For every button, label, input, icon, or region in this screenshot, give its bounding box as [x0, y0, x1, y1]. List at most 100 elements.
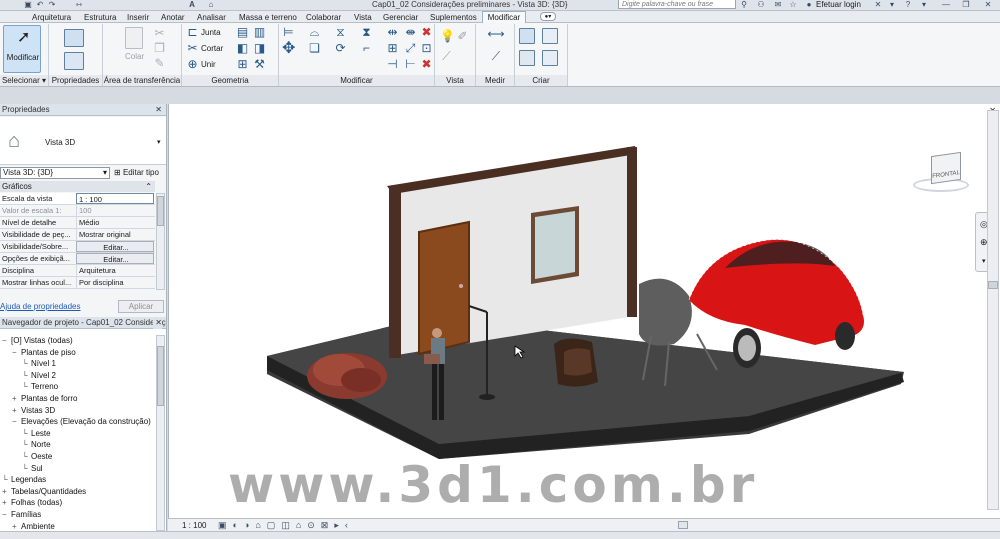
split-element-icon[interactable]: ⇹ — [386, 26, 399, 39]
modify-button[interactable]: ➚ Modificar — [3, 25, 41, 73]
match-type-icon[interactable]: ✎ — [153, 57, 166, 70]
override-icon[interactable]: ✐ — [456, 30, 469, 43]
copy-icon[interactable]: ❐ — [153, 42, 166, 55]
tree-item[interactable]: − Plantas de piso — [12, 347, 76, 358]
scale-icon[interactable]: ⤢ — [404, 42, 417, 55]
create-part-icon[interactable] — [519, 28, 535, 44]
rotate-icon[interactable]: ⟳ — [334, 42, 347, 55]
profile-icon[interactable]: ⊞ — [236, 58, 249, 71]
tree-item[interactable]: + Plantas de forro — [12, 393, 77, 404]
instance-selector[interactable]: Vista 3D: {3D} ▾ — [0, 167, 110, 179]
cut-icon[interactable]: ✂ — [153, 27, 166, 40]
tree-item[interactable]: └ Legendas — [2, 474, 46, 485]
cope-icon[interactable]: ✂ — [186, 42, 199, 55]
paint-icon[interactable]: ▥ — [253, 26, 266, 39]
collapse-icon[interactable]: − — [2, 335, 11, 346]
panel-selecionar[interactable]: Selecionar ▾ — [0, 75, 48, 86]
vg-edit-button[interactable]: Editar... — [76, 241, 154, 252]
expand-icon[interactable]: + — [12, 521, 21, 532]
close-browser-icon[interactable]: ✕ — [153, 317, 162, 329]
tab-colaborar[interactable]: Colaborar — [306, 12, 341, 23]
expand-icon[interactable]: + — [2, 486, 11, 497]
nav-dropdown-icon[interactable]: ▾ — [982, 257, 986, 265]
properties-help-link[interactable]: Ajuda de propriedades — [0, 302, 81, 311]
prop-value[interactable]: Médio — [76, 217, 154, 228]
subscription-icon[interactable]: ⚇ — [757, 1, 765, 9]
search-icon[interactable]: ⚲ — [740, 1, 748, 9]
help-dropdown-icon[interactable]: ▾ — [920, 1, 928, 9]
array-icon[interactable]: ⊞ — [386, 42, 399, 55]
tree-item[interactable]: + Vistas 3D — [12, 405, 55, 416]
tree-item[interactable]: + Folhas (todas) — [2, 497, 62, 508]
collapse-icon[interactable]: − — [2, 509, 11, 520]
tab-massa-terreno[interactable]: Massa e terreno — [239, 12, 297, 23]
minimize-icon[interactable]: — — [942, 1, 950, 9]
prop-value[interactable]: Arquitetura — [76, 265, 154, 276]
scroll-thumb[interactable] — [988, 281, 998, 289]
scroll-thumb[interactable] — [157, 196, 164, 226]
align-dimension-icon[interactable]: ⟷ — [484, 28, 508, 41]
search-input[interactable]: Digite palavra-chave ou frase — [618, 0, 736, 9]
browser-scrollbar[interactable] — [156, 335, 165, 531]
copy-element-icon[interactable]: ❏ — [308, 42, 321, 55]
expand-icon[interactable]: + — [12, 393, 21, 404]
hide-icon[interactable]: 💡 — [440, 30, 455, 43]
view-scale-field[interactable]: 1 : 100 — [76, 193, 154, 204]
tree-item[interactable]: └ Nível 2 — [22, 370, 56, 381]
exchange-icon[interactable]: ✕ — [874, 1, 882, 9]
collapse-icon[interactable]: − — [12, 416, 21, 427]
tab-vista[interactable]: Vista — [354, 12, 372, 23]
join-geometry-icon[interactable]: ⊕ — [186, 58, 199, 71]
viewport-scrollbar[interactable] — [987, 110, 999, 510]
tab-arquitetura[interactable]: Arquitetura — [32, 12, 71, 23]
tab-inserir[interactable]: Inserir — [127, 12, 149, 23]
join-label[interactable]: Junta — [201, 28, 221, 38]
type-selector[interactable]: ⌂ Vista 3D ▾ — [0, 117, 166, 165]
prop-value[interactable]: Por disciplina — [76, 277, 154, 288]
create-group-icon[interactable] — [542, 28, 558, 44]
prop-value[interactable]: Mostrar original — [76, 229, 154, 240]
tree-item[interactable]: └ Terreno — [22, 381, 58, 392]
tree-item[interactable]: └ Norte — [22, 439, 51, 450]
3d-view-icon[interactable]: ⌂ — [207, 1, 215, 9]
hammer-icon[interactable]: ⚒ — [253, 58, 266, 71]
align-icon[interactable]: ⊨ — [282, 26, 295, 39]
paste-label[interactable]: Colar — [125, 52, 144, 62]
mirror-axis-icon[interactable]: ⧖ — [334, 26, 347, 39]
mirror-draw-icon[interactable]: ⧗ — [360, 26, 373, 39]
close-icon[interactable]: ✕ — [984, 1, 992, 9]
collapse-icon[interactable]: − — [12, 347, 21, 358]
properties-icon[interactable] — [64, 29, 84, 47]
display-options-edit-button[interactable]: Editar... — [76, 253, 154, 264]
apply-button[interactable]: Aplicar — [118, 300, 164, 313]
edit-type-button[interactable]: ⊞ Editar tipo — [114, 168, 159, 178]
close-properties-icon[interactable]: ✕ — [155, 104, 162, 116]
offset-icon[interactable]: ⌓ — [308, 26, 321, 39]
type-properties-icon[interactable] — [64, 52, 84, 70]
text-icon[interactable]: A — [188, 1, 196, 9]
tree-item[interactable]: − [O] Vistas (todas) — [2, 335, 73, 346]
linework-icon[interactable]: ⟋ — [440, 50, 453, 63]
delete-icon[interactable]: ✖ — [420, 58, 433, 71]
tree-item[interactable]: − Elevações (Elevação da construção) — [12, 416, 151, 427]
tree-item[interactable]: − Famílias — [2, 509, 41, 520]
tree-item[interactable]: └ Leste — [22, 428, 51, 439]
tab-analisar[interactable]: Analisar — [197, 12, 226, 23]
tree-item[interactable]: + Ambiente — [12, 521, 55, 532]
tab-gerenciar[interactable]: Gerenciar — [383, 12, 418, 23]
ribbon-toggle-icon[interactable]: ●▾ — [540, 12, 556, 21]
undo-icon[interactable]: ↶ — [36, 1, 44, 9]
expand-icon[interactable]: + — [2, 497, 11, 508]
split-gap-icon[interactable]: ⇼ — [404, 26, 417, 39]
login-link[interactable]: Efetuar login — [816, 0, 861, 10]
wall-joins-icon[interactable]: ◨ — [253, 42, 266, 55]
trim-multiple-icon[interactable]: ⊣ — [386, 58, 399, 71]
trim-icon[interactable]: ⌐ — [360, 42, 373, 55]
move-icon[interactable]: ✥ — [282, 41, 295, 57]
user-icon[interactable]: ● — [805, 1, 813, 9]
extend-icon[interactable]: ⊢ — [404, 58, 417, 71]
view-control-icons[interactable]: ▣◐◑⌂▢◫⌂⊙⊠▸‹ — [218, 519, 354, 531]
similar-icon[interactable] — [542, 50, 558, 66]
viewcube-front-face[interactable]: FRONTAL — [931, 151, 961, 185]
measure-icon[interactable]: ⇿ — [75, 1, 83, 9]
